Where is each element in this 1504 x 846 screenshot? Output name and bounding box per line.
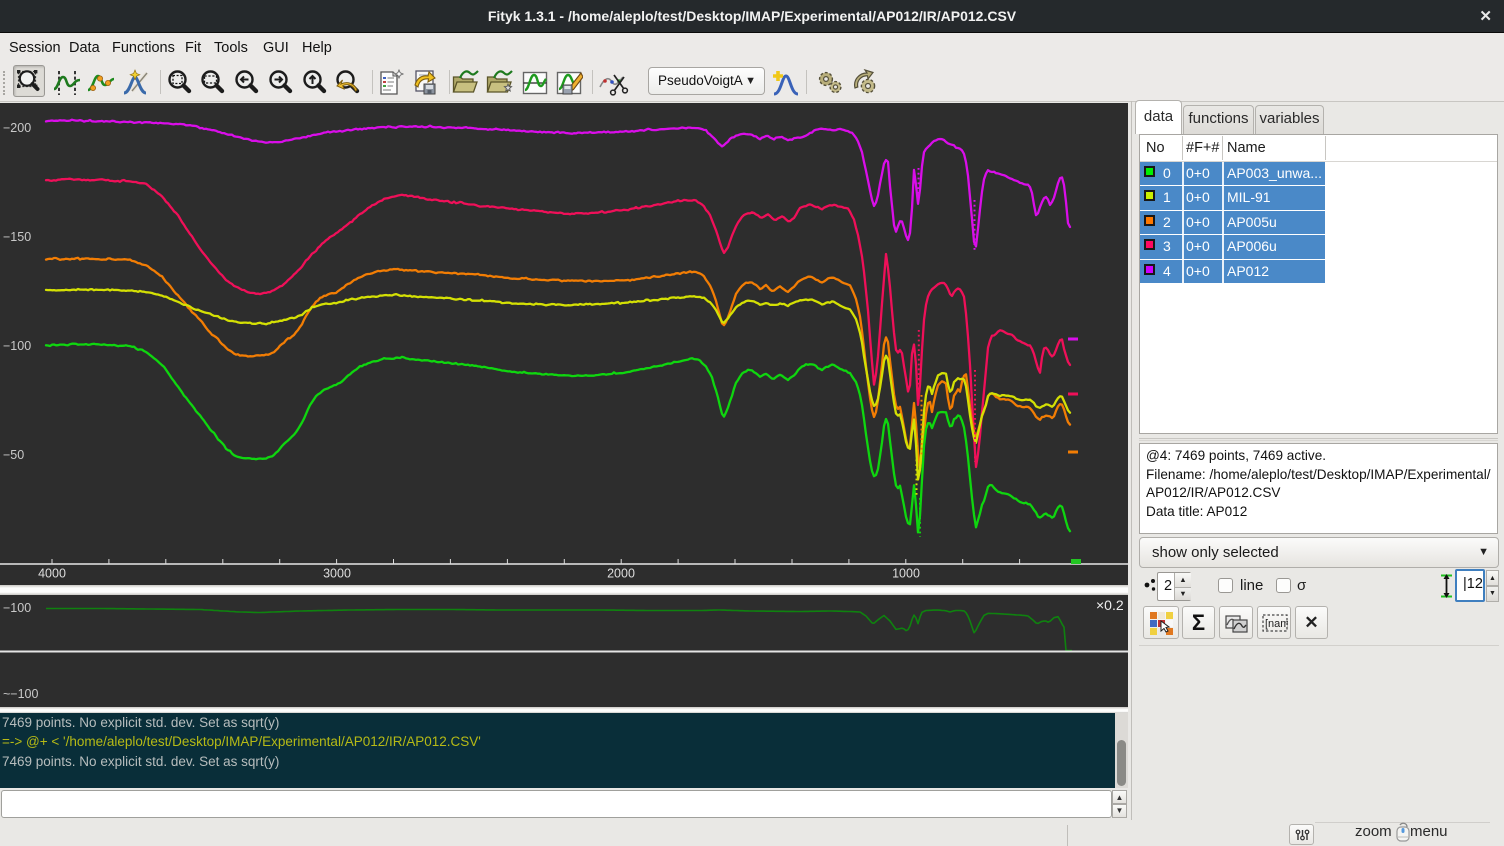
- svg-text:−50: −50: [3, 448, 24, 462]
- svg-text:1000: 1000: [892, 567, 920, 581]
- svg-text:~−100: ~−100: [3, 687, 39, 701]
- svg-text:[nam: [nam: [1265, 618, 1288, 630]
- svg-text:−150: −150: [3, 230, 31, 244]
- svg-text:−200: −200: [3, 121, 31, 135]
- svg-text:3000: 3000: [323, 567, 351, 581]
- svg-text:−100: −100: [3, 601, 31, 615]
- svg-text:4000: 4000: [38, 567, 66, 581]
- svg-text:×0.2: ×0.2: [1096, 597, 1124, 613]
- svg-text:2000: 2000: [607, 567, 635, 581]
- svg-text:−100: −100: [3, 339, 31, 353]
